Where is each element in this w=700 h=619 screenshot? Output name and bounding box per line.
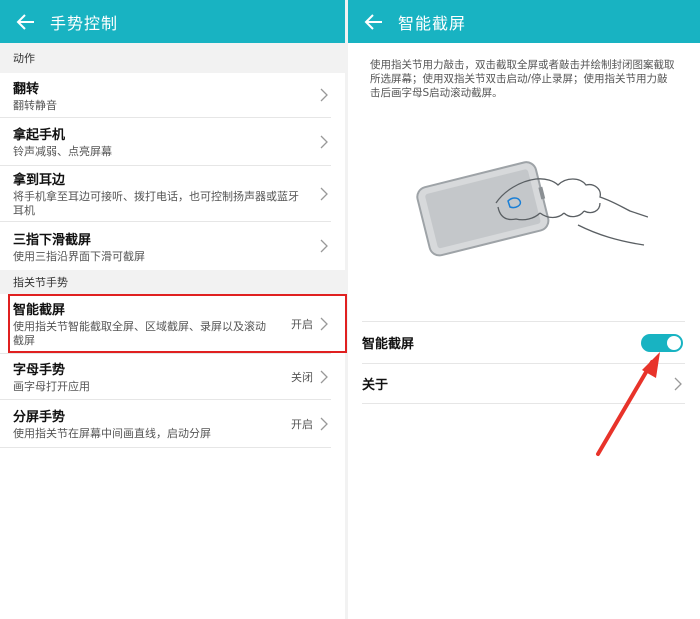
item-subtitle: 使用三指沿界面下滑可截屏 (13, 249, 145, 263)
list-item-flip[interactable]: 翻转 翻转静音 (0, 73, 331, 118)
status-value: 关闭 (291, 370, 313, 384)
section-label-actions: 动作 (0, 43, 345, 73)
item-title: 分屏手势 (13, 410, 66, 425)
about-label: 关于 (362, 378, 389, 393)
item-subtitle: 铃声减弱、点亮屏幕 (13, 145, 112, 158)
knuckle-tap-illustration (416, 161, 648, 257)
chevron-right-icon (320, 187, 328, 200)
item-title: 翻转 (13, 81, 40, 97)
switch-knob (667, 335, 681, 350)
list-item-raise-to-ear[interactable]: 拿到耳边 将手机拿至耳边可接听、拨打电话，也可控制扬声器或蓝牙耳机 (0, 166, 331, 222)
list-item-three-finger-screenshot[interactable]: 三指下滑截屏 使用三指沿界面下滑可截屏 (0, 222, 331, 270)
status-value: 开启 (291, 317, 313, 331)
item-title: 三指下滑截屏 (13, 232, 92, 248)
item-subtitle: 使用指关节智能截取全屏、区域截屏、录屏以及滚动截屏 (13, 320, 266, 347)
status-value: 开启 (291, 417, 313, 431)
chevron-right-icon (320, 417, 328, 430)
chevron-right-icon (320, 88, 328, 102)
app-bar: 智能截屏 (348, 0, 700, 43)
item-title: 字母手势 (13, 363, 66, 378)
feature-description: 使用指关节用力敲击，双击截取全屏或者敲击并绘制封闭图案截取所选屏幕；使用双指关节… (370, 59, 675, 99)
red-arrow-annotation (596, 352, 660, 456)
list-item-pickup[interactable]: 拿起手机 铃声减弱、点亮屏幕 (0, 118, 331, 166)
chevron-right-icon (320, 317, 328, 330)
chevron-right-icon (320, 370, 328, 383)
chevron-right-icon (320, 135, 328, 148)
section-label-knuckle-gestures: 指关节手势 (0, 270, 345, 294)
list-item-smart-screenshot[interactable]: 智能截屏 使用指关节智能截取全屏、区域截屏、录屏以及滚动截屏 开启 (0, 294, 331, 354)
chevron-right-icon (320, 239, 328, 253)
item-subtitle: 画字母打开应用 (13, 380, 90, 393)
gesture-control-screen: 手势控制 动作 翻转 翻转静音 拿起手机 铃声减弱、点亮屏幕 拿到耳边 将手机拿… (0, 0, 345, 619)
smart-screenshot-switch[interactable] (641, 333, 683, 352)
smart-screenshot-screen: 智能截屏 使用指关节用力敲击，双击截取全屏或者敲击并绘制封闭图案截取所选屏幕；使… (348, 0, 700, 619)
page-title: 智能截屏 (398, 13, 467, 33)
back-arrow-icon[interactable] (14, 10, 38, 34)
item-title: 智能截屏 (13, 303, 66, 318)
item-subtitle: 翻转静音 (13, 98, 57, 112)
toggle-label: 智能截屏 (362, 337, 415, 352)
page-title: 手势控制 (50, 13, 119, 33)
item-subtitle: 使用指关节在屏幕中间画直线，启动分屏 (13, 427, 211, 440)
list-item-split-screen-gesture[interactable]: 分屏手势 使用指关节在屏幕中间画直线，启动分屏 开启 (0, 400, 331, 448)
back-arrow-icon[interactable] (362, 10, 386, 34)
item-title: 拿到耳边 (13, 173, 66, 188)
app-bar: 手势控制 (0, 0, 345, 43)
item-subtitle: 将手机拿至耳边可接听、拨打电话，也可控制扬声器或蓝牙耳机 (13, 190, 299, 217)
item-title: 拿起手机 (13, 128, 66, 143)
list-item-letter-gestures[interactable]: 字母手势 画字母打开应用 关闭 (0, 354, 331, 400)
chevron-right-icon (674, 377, 682, 390)
